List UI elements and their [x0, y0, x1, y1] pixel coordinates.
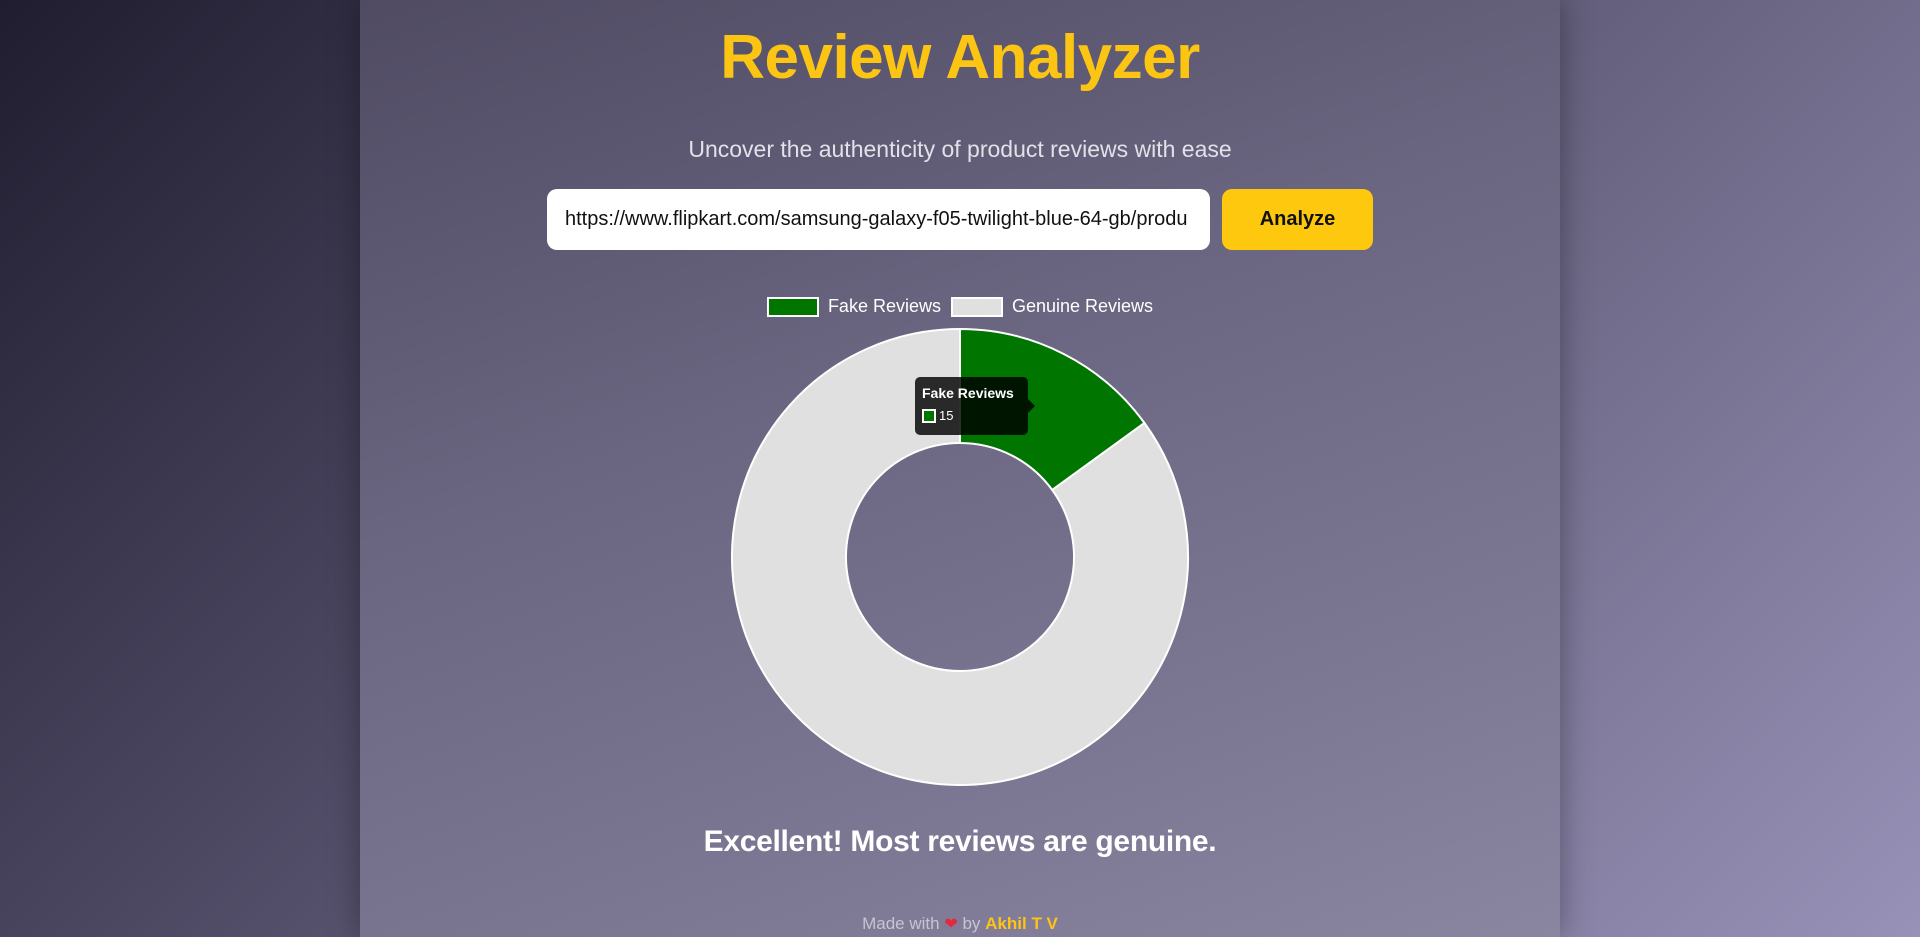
heart-icon: ❤ — [944, 916, 958, 933]
author-link[interactable]: Akhil T V — [985, 914, 1058, 933]
chart-tooltip: Fake Reviews 15 — [915, 377, 1035, 435]
result-message: Excellent! Most reviews are genuine. — [703, 825, 1217, 858]
footer-by: by — [962, 914, 981, 933]
footer-made-with: Made with — [862, 914, 940, 933]
main-panel: Review Analyzer Uncover the authenticity… — [360, 0, 1560, 937]
tooltip-value: 15 — [939, 408, 954, 423]
tooltip-color-swatch — [922, 408, 936, 423]
tooltip-title: Fake Reviews — [922, 385, 1014, 401]
footer: Made with ❤ by Akhil T V — [360, 914, 1560, 934]
